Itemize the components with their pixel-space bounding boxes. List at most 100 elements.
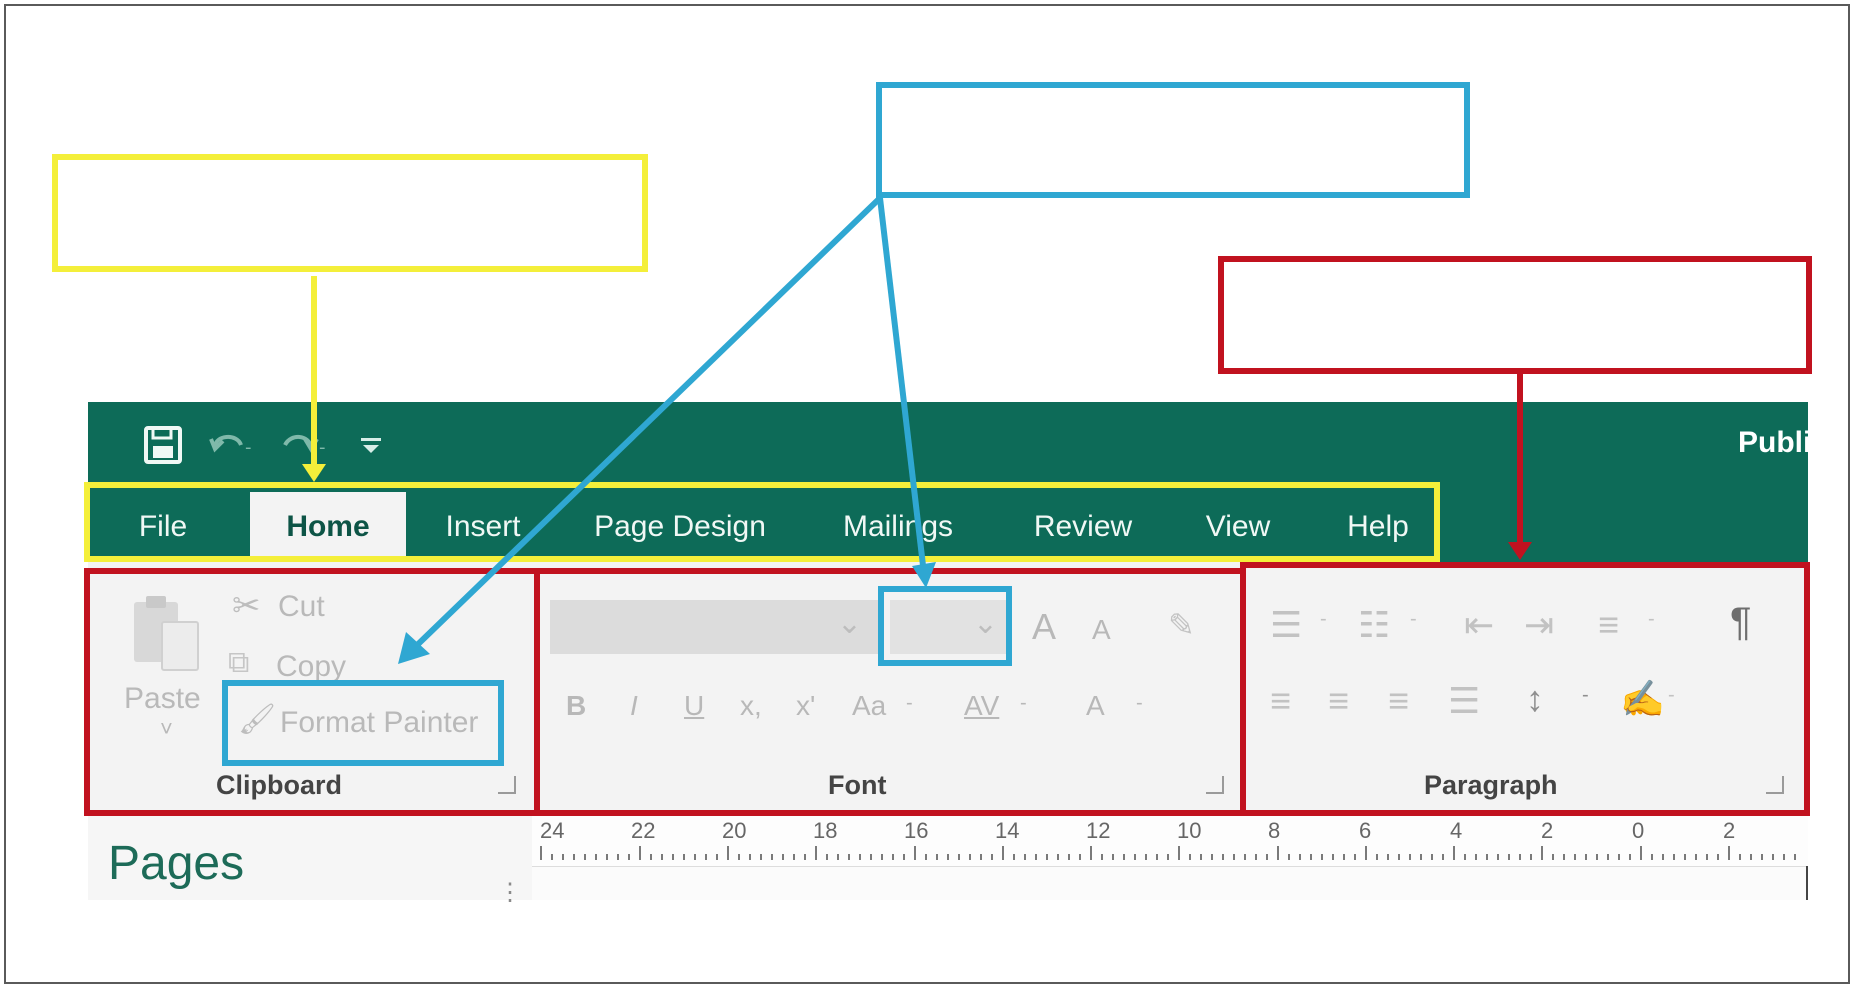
ruler-tick bbox=[1717, 854, 1719, 860]
ruler-tick bbox=[1739, 854, 1741, 860]
ruler-tick bbox=[1442, 854, 1444, 860]
ruler-number: 12 bbox=[1086, 818, 1111, 843]
annotation-box-red bbox=[1218, 256, 1812, 374]
ruler-tick bbox=[650, 854, 652, 860]
font-group-highlight bbox=[534, 568, 1246, 816]
ruler-tick bbox=[1695, 854, 1697, 860]
ruler-tick bbox=[1563, 854, 1565, 860]
ruler-tick bbox=[782, 854, 784, 860]
ruler-tick bbox=[606, 854, 608, 860]
ruler-tick bbox=[1035, 854, 1037, 860]
ruler-tick bbox=[1343, 854, 1345, 860]
ruler-tick bbox=[1552, 854, 1554, 860]
ruler-tick bbox=[1365, 846, 1367, 860]
ruler-tick bbox=[760, 854, 762, 860]
svg-text:-: - bbox=[319, 437, 326, 458]
ruler-tick bbox=[1134, 854, 1136, 860]
ruler-tick bbox=[892, 854, 894, 860]
ruler-tick bbox=[826, 854, 828, 860]
undo-icon[interactable]: - bbox=[207, 427, 257, 463]
svg-text:-: - bbox=[245, 437, 252, 458]
clipboard-group-highlight bbox=[84, 568, 540, 816]
ruler-tick bbox=[914, 846, 916, 860]
ruler-tick bbox=[1145, 854, 1147, 860]
ruler-tick bbox=[793, 854, 795, 860]
quick-access-toolbar: - - bbox=[143, 424, 385, 466]
ruler-tick bbox=[804, 854, 806, 860]
ruler-tick bbox=[1112, 854, 1114, 860]
ruler-tick bbox=[1409, 854, 1411, 860]
ruler-number: 6 bbox=[1359, 818, 1372, 843]
ruler-tick bbox=[1607, 854, 1609, 860]
ruler-tick bbox=[1618, 854, 1620, 860]
ruler-tick bbox=[628, 854, 630, 860]
ruler-tick bbox=[1167, 854, 1169, 860]
ruler-tick bbox=[1486, 854, 1488, 860]
ruler-tick bbox=[1541, 846, 1543, 860]
ruler-tick bbox=[1266, 854, 1268, 860]
ruler-tick bbox=[1101, 854, 1103, 860]
ruler-tick bbox=[1772, 854, 1774, 860]
ruler-number: 2 bbox=[1723, 818, 1736, 843]
tabs-highlight bbox=[84, 482, 1440, 562]
ruler-tick bbox=[1387, 854, 1389, 860]
pages-title: Pages bbox=[108, 837, 245, 890]
ruler-tick bbox=[1244, 854, 1246, 860]
ruler-tick bbox=[1321, 854, 1323, 860]
ruler-tick bbox=[1585, 854, 1587, 860]
ruler-number: 2 bbox=[1541, 818, 1554, 843]
ruler-number: 0 bbox=[1632, 818, 1645, 843]
ruler-tick bbox=[738, 854, 740, 860]
save-icon[interactable] bbox=[143, 425, 185, 465]
ruler-number: 4 bbox=[1450, 818, 1463, 843]
customize-qat-icon[interactable] bbox=[357, 431, 385, 459]
ruler-tick bbox=[1761, 854, 1763, 860]
ruler-tick bbox=[1255, 854, 1257, 860]
ruler-tick bbox=[672, 854, 674, 860]
ruler-tick bbox=[1332, 854, 1334, 860]
ruler-number: 18 bbox=[813, 818, 838, 843]
ruler-tick bbox=[661, 854, 663, 860]
app-brand-partial: Publi bbox=[1738, 426, 1808, 459]
ruler-tick bbox=[551, 854, 553, 860]
ruler-number: 16 bbox=[904, 818, 929, 843]
ruler-tick bbox=[1299, 854, 1301, 860]
ruler-tick bbox=[969, 854, 971, 860]
ruler-tick bbox=[617, 854, 619, 860]
ruler-tick bbox=[815, 846, 817, 860]
vertical-divider bbox=[1806, 866, 1808, 900]
ruler-tick bbox=[1497, 854, 1499, 860]
ruler-tick bbox=[749, 854, 751, 860]
redo-icon[interactable]: - bbox=[279, 427, 335, 463]
ruler-tick bbox=[1728, 846, 1730, 860]
ruler-tick bbox=[1222, 854, 1224, 860]
ruler-number: 10 bbox=[1177, 818, 1202, 843]
ruler-tick bbox=[1178, 846, 1180, 860]
ruler-tick bbox=[980, 854, 982, 860]
ruler-tick bbox=[1794, 854, 1796, 860]
ruler-tick bbox=[1431, 854, 1433, 860]
ruler-tick bbox=[1354, 854, 1356, 860]
ruler-tick bbox=[595, 854, 597, 860]
ruler-tick bbox=[1662, 854, 1664, 860]
paragraph-group-highlight bbox=[1240, 562, 1810, 816]
ruler-tick bbox=[958, 854, 960, 860]
pages-pane-options-icon[interactable]: ⋮ bbox=[498, 878, 522, 907]
ruler-tick bbox=[1090, 846, 1092, 860]
ruler-tick bbox=[1673, 854, 1675, 860]
ruler-tick bbox=[1530, 854, 1532, 860]
ruler-tick bbox=[1002, 846, 1004, 860]
ruler-tick bbox=[705, 854, 707, 860]
ruler-tick bbox=[1079, 854, 1081, 860]
ruler-tick bbox=[1783, 854, 1785, 860]
ruler-tick bbox=[1519, 854, 1521, 860]
ruler-tick bbox=[870, 854, 872, 860]
ruler-tick bbox=[1068, 854, 1070, 860]
ruler-tick bbox=[1750, 854, 1752, 860]
ruler-tick bbox=[925, 854, 927, 860]
ruler-tick bbox=[1156, 854, 1158, 860]
ruler-tick bbox=[903, 854, 905, 860]
ruler-tick bbox=[848, 854, 850, 860]
ruler-tick bbox=[859, 854, 861, 860]
ruler-tick bbox=[1574, 854, 1576, 860]
